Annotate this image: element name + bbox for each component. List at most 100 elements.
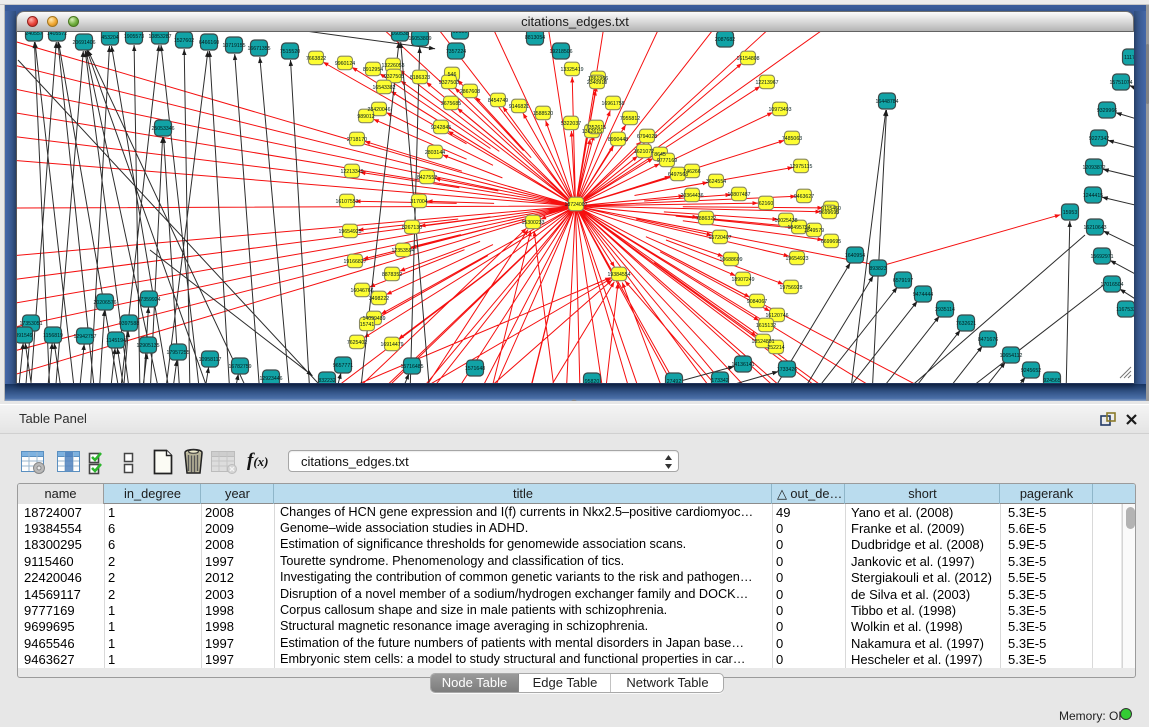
svg-text:15741: 15741 <box>360 322 375 328</box>
svg-text:1244415: 1244415 <box>1083 193 1103 199</box>
svg-text:5322037: 5322037 <box>561 121 581 127</box>
svg-text:23420046: 23420046 <box>367 107 390 113</box>
svg-text:17957255: 17957255 <box>166 350 189 356</box>
svg-text:6579197: 6579197 <box>893 278 913 284</box>
svg-text:8813054: 8813054 <box>525 35 545 41</box>
svg-text:240557: 240557 <box>25 32 42 37</box>
svg-text:9960124: 9960124 <box>335 61 355 67</box>
svg-text:9397588: 9397588 <box>119 321 139 327</box>
svg-text:12942757: 12942757 <box>73 334 96 340</box>
svg-text:16448784: 16448784 <box>875 99 898 105</box>
svg-text:2867608: 2867608 <box>460 89 480 95</box>
svg-text:6699695: 6699695 <box>821 239 841 245</box>
svg-text:2718170: 2718170 <box>347 137 367 143</box>
svg-text:9474444: 9474444 <box>913 292 933 298</box>
svg-text:10853287: 10853287 <box>148 34 171 40</box>
svg-text:453204: 453204 <box>101 35 118 41</box>
svg-text:1615132: 1615132 <box>756 323 776 329</box>
svg-text:1849579: 1849579 <box>804 228 824 234</box>
svg-text:15716485: 15716485 <box>400 364 423 370</box>
svg-text:3624554: 3624554 <box>706 179 726 185</box>
svg-text:9146821: 9146821 <box>509 104 529 110</box>
svg-text:95820: 95820 <box>585 379 600 383</box>
svg-text:12213349: 12213349 <box>340 169 363 175</box>
svg-text:13325419: 13325419 <box>560 67 583 73</box>
svg-text:173342: 173342 <box>711 378 728 383</box>
svg-text:9327503: 9327503 <box>439 80 459 86</box>
svg-text:12353594: 12353594 <box>391 248 414 254</box>
svg-text:15720407: 15720407 <box>708 235 731 241</box>
svg-text:9242845: 9242845 <box>431 125 451 131</box>
svg-text:11172: 11172 <box>1124 55 1134 61</box>
svg-text:16543382: 16543382 <box>372 85 395 91</box>
svg-text:391549: 391549 <box>17 333 33 339</box>
svg-text:10719155: 10719155 <box>222 43 245 49</box>
svg-text:2087682: 2087682 <box>715 37 735 43</box>
svg-text:20364436: 20364436 <box>680 193 703 199</box>
svg-text:160538: 160538 <box>391 32 408 37</box>
svg-text:25053346: 25053346 <box>151 126 174 132</box>
svg-text:10025438: 10025438 <box>774 218 797 224</box>
svg-text:10958117: 10958117 <box>199 357 222 363</box>
svg-text:252214: 252214 <box>767 345 784 351</box>
svg-text:9329966: 9329966 <box>1097 108 1117 114</box>
svg-text:9657771: 9657771 <box>333 363 353 369</box>
svg-text:9245652: 9245652 <box>1021 368 1041 374</box>
svg-text:832232: 832232 <box>318 378 335 383</box>
svg-text:10973493: 10973493 <box>768 107 791 113</box>
svg-text:14136141: 14136141 <box>731 362 754 368</box>
svg-text:7515520: 7515520 <box>280 49 300 55</box>
svg-text:17359924: 17359924 <box>137 297 160 303</box>
svg-text:18724007: 18724007 <box>564 202 587 208</box>
svg-text:7955812: 7955812 <box>620 116 640 122</box>
svg-text:16053809: 16053809 <box>408 36 431 42</box>
svg-text:27492: 27492 <box>667 379 682 383</box>
svg-text:7632621: 7632621 <box>956 321 976 327</box>
svg-text:12213967: 12213967 <box>755 80 778 86</box>
svg-text:7625402: 7625402 <box>347 340 367 346</box>
svg-text:12975115: 12975115 <box>790 164 813 170</box>
svg-text:9777169: 9777169 <box>657 158 677 164</box>
svg-text:7663822: 7663822 <box>306 56 326 62</box>
svg-text:10807487: 10807487 <box>727 192 750 198</box>
svg-text:16914479: 16914479 <box>380 342 403 348</box>
svg-text:7485063: 7485063 <box>782 136 802 142</box>
svg-text:16154808: 16154808 <box>736 56 759 62</box>
svg-text:10688609: 10688609 <box>719 257 742 263</box>
svg-text:3675685: 3675685 <box>441 101 461 107</box>
svg-text:19756928: 19756928 <box>779 285 802 291</box>
svg-text:8427552: 8427552 <box>417 175 437 181</box>
svg-text:8186323: 8186323 <box>410 75 430 81</box>
svg-text:9699695: 9699695 <box>819 210 839 216</box>
svg-text:19218506: 19218506 <box>549 49 572 55</box>
svg-text:16671355: 16671355 <box>247 46 270 52</box>
svg-text:8878352: 8878352 <box>382 272 402 278</box>
svg-text:746266: 746266 <box>683 169 700 175</box>
svg-text:2340910: 2340910 <box>587 80 607 86</box>
svg-text:19654923: 19654923 <box>785 256 808 262</box>
svg-text:10654112: 10654112 <box>1000 353 1023 359</box>
svg-text:8912954: 8912954 <box>363 67 383 73</box>
svg-text:17016504: 17016504 <box>1100 282 1123 288</box>
svg-text:15692971: 15692971 <box>1090 254 1113 260</box>
svg-text:7886322: 7886322 <box>696 216 716 222</box>
svg-text:62160: 62160 <box>759 201 774 207</box>
svg-text:8990448: 8990448 <box>608 137 628 143</box>
svg-text:1145194: 1145194 <box>106 338 126 344</box>
svg-text:9227342: 9227342 <box>1089 136 1109 142</box>
svg-text:546: 546 <box>448 72 457 78</box>
svg-text:12905135: 12905135 <box>136 343 159 349</box>
svg-text:19654925: 19654925 <box>338 229 361 235</box>
svg-text:1527602: 1527602 <box>174 38 194 44</box>
svg-text:16120746: 16120746 <box>765 313 788 319</box>
svg-text:1588520: 1588520 <box>533 111 553 117</box>
svg-text:1905573: 1905573 <box>124 34 144 40</box>
svg-text:16107553: 16107553 <box>335 199 358 205</box>
svg-text:2803144: 2803144 <box>425 150 445 156</box>
svg-text:20691406: 20691406 <box>72 40 95 46</box>
svg-text:9084067: 9084067 <box>747 299 767 305</box>
svg-text:8471676: 8471676 <box>978 337 998 343</box>
svg-text:2935114: 2935114 <box>935 307 955 313</box>
svg-text:1621072: 1621072 <box>634 149 654 155</box>
svg-text:9463627: 9463627 <box>794 194 814 200</box>
